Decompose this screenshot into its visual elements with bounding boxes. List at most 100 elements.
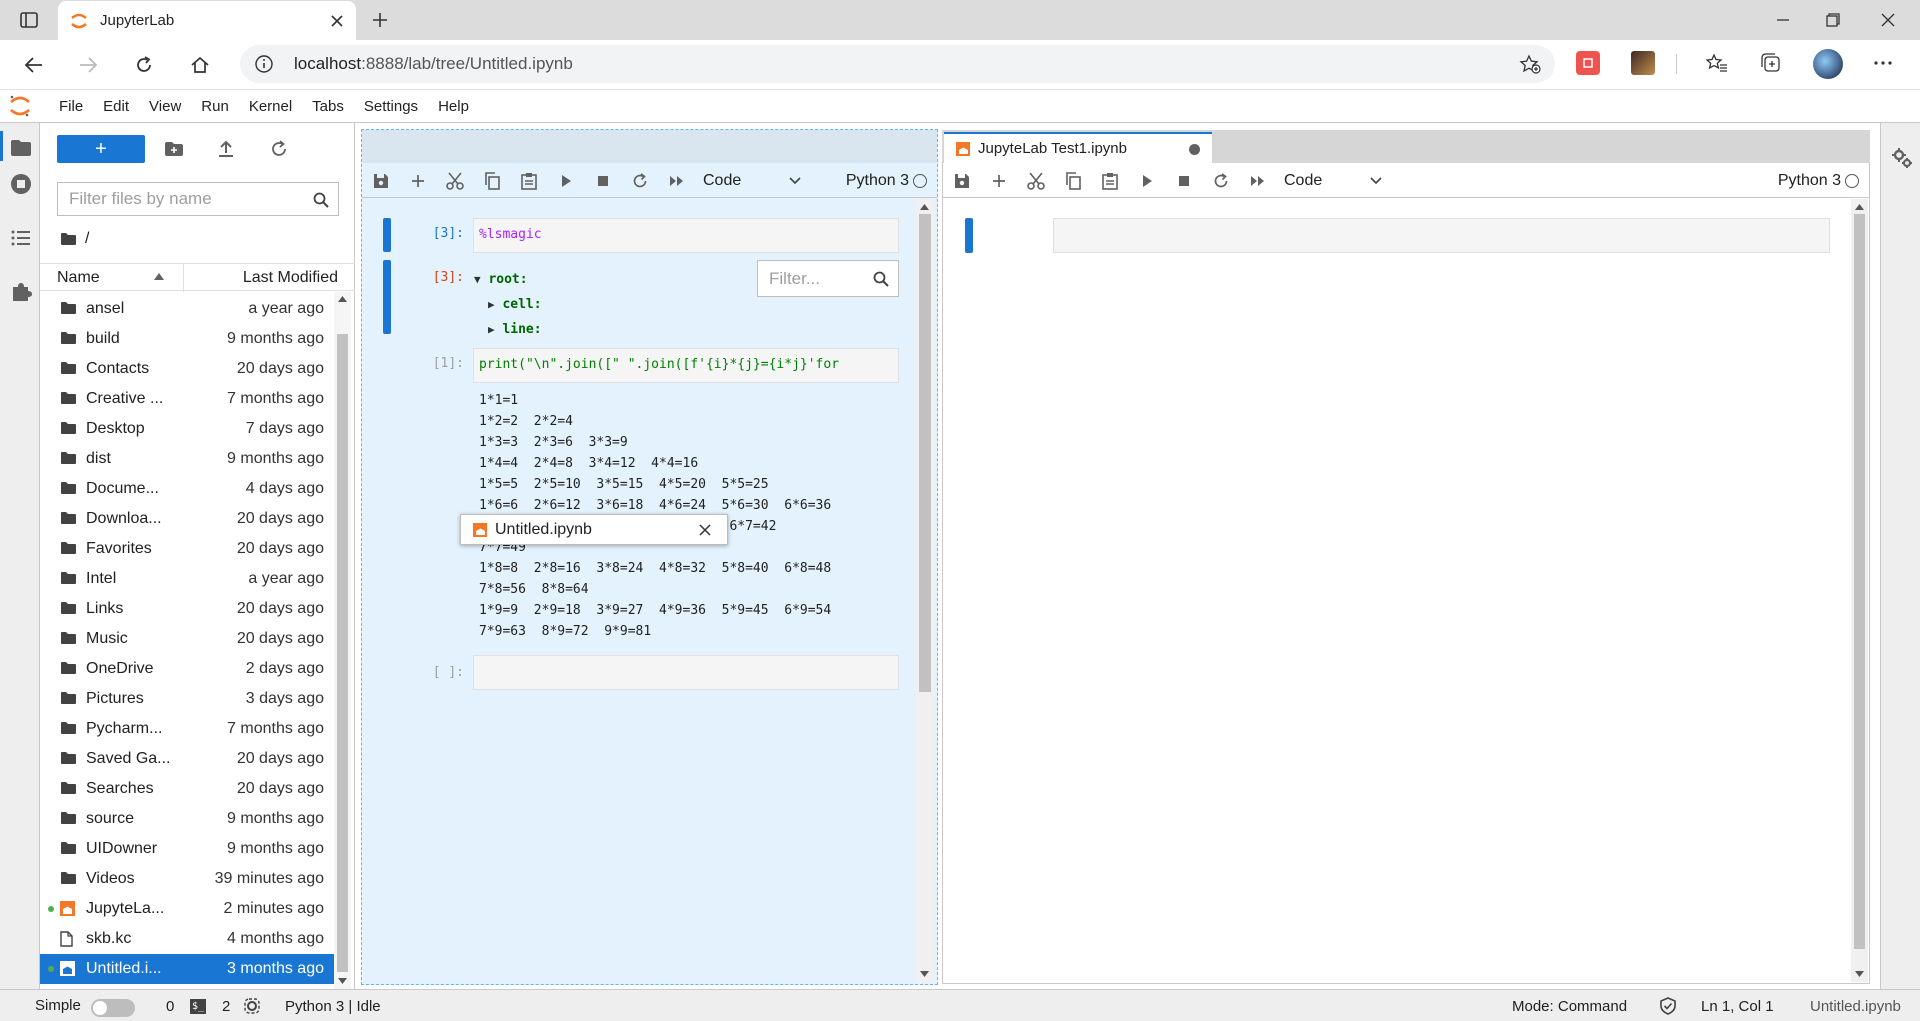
restart-icon[interactable]	[621, 172, 658, 189]
file-list-scrollbar[interactable]	[334, 292, 351, 989]
menu-settings[interactable]: Settings	[364, 98, 418, 115]
file-row[interactable]: ansel a year ago	[40, 294, 334, 324]
home-folder-icon[interactable]	[60, 232, 77, 246]
editor-mode[interactable]: Mode: Command	[1512, 998, 1627, 1015]
file-row[interactable]: Untitled.i... 3 months ago	[40, 954, 334, 984]
file-row[interactable]: Pictures 3 days ago	[40, 684, 334, 714]
right-notebook-tab[interactable]: JupyteLab Test1.ipynb	[944, 132, 1212, 163]
file-row[interactable]: Intel a year ago	[40, 564, 334, 594]
site-info-icon[interactable]	[254, 54, 274, 74]
run-all-icon[interactable]	[658, 175, 695, 187]
file-row[interactable]: JupyteLa... 2 minutes ago	[40, 894, 334, 924]
scroll-up-icon[interactable]	[920, 204, 929, 210]
kernel-name[interactable]: Python 3	[846, 172, 909, 190]
cut-icon[interactable]	[436, 171, 473, 190]
property-inspector-icon[interactable]	[1889, 145, 1915, 171]
breadcrumb-root[interactable]: /	[85, 230, 89, 248]
sort-ascending-icon[interactable]	[154, 273, 164, 280]
file-row[interactable]: skb.kc 4 months ago	[40, 924, 334, 954]
toc-tab-icon[interactable]	[8, 227, 34, 249]
save-icon[interactable]	[943, 173, 980, 189]
kernel-count[interactable]: 2	[222, 998, 230, 1015]
paste-icon[interactable]	[510, 172, 547, 190]
file-row[interactable]: source 9 months ago	[40, 804, 334, 834]
copy-icon[interactable]	[473, 171, 510, 190]
json-node-cell[interactable]: ▶ cell:	[474, 292, 542, 317]
terminal-icon[interactable]: $_	[190, 999, 206, 1014]
file-row[interactable]: Contacts 20 days ago	[40, 354, 334, 384]
cut-icon[interactable]	[1017, 171, 1054, 190]
run-icon[interactable]	[547, 174, 584, 188]
add-cell-icon[interactable]	[980, 174, 1017, 188]
close-icon[interactable]	[699, 524, 711, 536]
code-cell-input[interactable]	[473, 655, 899, 690]
file-row[interactable]: dist 9 months ago	[40, 444, 334, 474]
code-cell-input[interactable]	[1053, 218, 1830, 253]
file-row[interactable]: Saved Ga... 20 days ago	[40, 744, 334, 774]
file-row[interactable]: Creative ... 7 months ago	[40, 384, 334, 414]
scroll-thumb[interactable]	[1854, 214, 1865, 949]
breadcrumb[interactable]: /	[60, 228, 89, 250]
scroll-down-icon[interactable]	[920, 971, 929, 977]
file-row[interactable]: Music 20 days ago	[40, 624, 334, 654]
refresh-icon[interactable]	[130, 52, 158, 78]
add-favorite-icon[interactable]	[1519, 54, 1541, 74]
menu-edit[interactable]: Edit	[103, 98, 129, 115]
json-node-line[interactable]: ▶ line:	[474, 317, 542, 342]
minimize-icon[interactable]	[1765, 8, 1801, 32]
file-row[interactable]: Searches 20 days ago	[40, 774, 334, 804]
file-row[interactable]: Videos 39 minutes ago	[40, 864, 334, 894]
notebook-scrollbar[interactable]	[1851, 199, 1868, 982]
restore-icon[interactable]	[1815, 8, 1851, 32]
file-row[interactable]: OneDrive 2 days ago	[40, 654, 334, 684]
file-row[interactable]: Pycharm... 7 months ago	[40, 714, 334, 744]
refresh-files-icon[interactable]	[268, 139, 290, 159]
upload-icon[interactable]	[215, 139, 237, 159]
close-window-icon[interactable]	[1870, 8, 1906, 32]
scroll-thumb[interactable]	[919, 214, 931, 692]
notebook-scrollbar[interactable]	[916, 199, 934, 982]
extension-red-icon[interactable]	[1576, 51, 1600, 75]
browser-tab[interactable]: JupyterLab	[58, 1, 356, 40]
run-icon[interactable]	[1128, 174, 1165, 188]
json-node-root[interactable]: ▼ root:	[474, 267, 542, 292]
column-last-modified[interactable]: Last Modified	[243, 269, 338, 287]
code-cell-input[interactable]: %lsmagic	[473, 218, 899, 253]
cursor-position[interactable]: Ln 1, Col 1	[1701, 998, 1774, 1015]
kernel-name[interactable]: Python 3	[1778, 172, 1841, 190]
menu-kernel[interactable]: Kernel	[249, 98, 292, 115]
scroll-up-icon[interactable]	[1855, 204, 1864, 210]
add-cell-icon[interactable]	[399, 174, 436, 188]
save-icon[interactable]	[362, 173, 399, 189]
scroll-up-icon[interactable]	[338, 296, 347, 302]
paste-icon[interactable]	[1091, 172, 1128, 190]
file-filter-input[interactable]: Filter files by name	[57, 182, 339, 216]
extensions-tab-icon[interactable]	[8, 278, 34, 304]
file-row[interactable]: Downloa... 20 days ago	[40, 504, 334, 534]
trust-shield-icon[interactable]	[1660, 997, 1676, 1015]
running-tab-icon[interactable]	[8, 171, 34, 197]
tab-actions-icon[interactable]	[18, 10, 40, 30]
cell-collapser[interactable]	[383, 218, 391, 252]
cell-collapser[interactable]	[965, 218, 973, 253]
back-icon[interactable]	[20, 52, 48, 78]
file-row[interactable]: Favorites 20 days ago	[40, 534, 334, 564]
file-row[interactable]: build 9 months ago	[40, 324, 334, 354]
kernel-status-text[interactable]: Python 3 | Idle	[285, 998, 381, 1015]
dragged-tab[interactable]: Untitled.ipynb	[460, 514, 728, 545]
forward-icon[interactable]	[74, 52, 102, 78]
restart-icon[interactable]	[1202, 172, 1239, 189]
run-all-icon[interactable]	[1239, 175, 1276, 187]
collections-icon[interactable]	[1758, 50, 1784, 76]
cell-type-select[interactable]: Code	[1276, 172, 1388, 190]
stop-icon[interactable]	[584, 175, 621, 187]
favorites-icon[interactable]	[1704, 50, 1730, 76]
terminal-count[interactable]: 0	[166, 998, 174, 1015]
menu-view[interactable]: View	[149, 98, 181, 115]
menu-run[interactable]: Run	[201, 98, 229, 115]
new-folder-icon[interactable]	[163, 139, 185, 159]
extension-photo-icon[interactable]	[1631, 51, 1655, 75]
file-row[interactable]: Links 20 days ago	[40, 594, 334, 624]
menu-file[interactable]: File	[59, 98, 83, 115]
unsaved-dot-icon[interactable]	[1189, 144, 1200, 155]
